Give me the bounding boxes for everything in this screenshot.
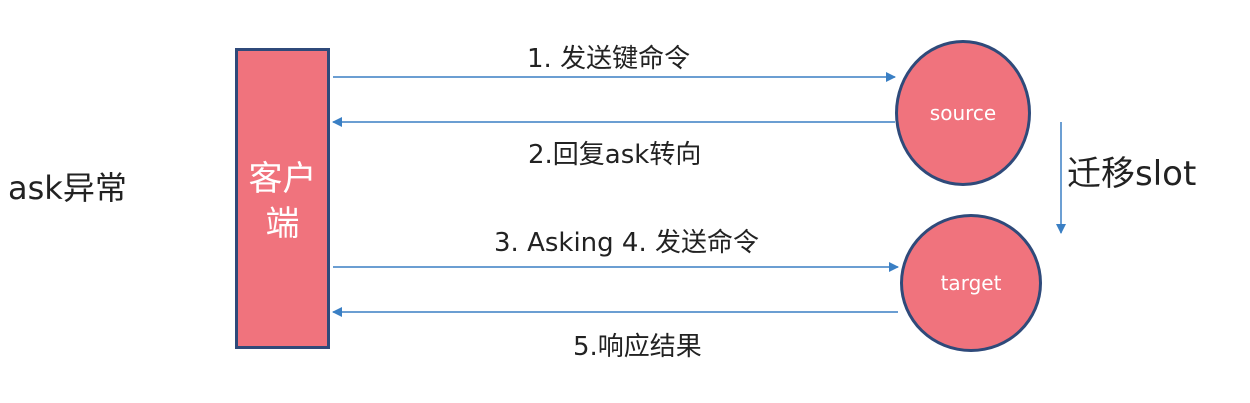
source-node: source: [895, 40, 1031, 186]
message-response-result: 5.响应结果: [573, 332, 702, 362]
ask-redirect-diagram: ask异常 客户端 source target 1. 发送键命令 2.回复ask…: [0, 0, 1250, 403]
diagram-title: ask异常: [8, 169, 127, 207]
target-node-label: target: [940, 271, 1002, 295]
message-asking-send-command: 3. Asking 4. 发送命令: [494, 228, 760, 258]
client-box: 客户端: [235, 48, 330, 349]
message-ask-redirect: 2.回复ask转向: [528, 140, 702, 170]
target-node: target: [900, 214, 1042, 352]
migrate-slot-label: 迁移slot: [1067, 154, 1197, 194]
client-label: 客户端: [248, 159, 317, 244]
source-node-label: source: [929, 101, 997, 125]
message-send-key-command: 1. 发送键命令: [527, 44, 691, 74]
